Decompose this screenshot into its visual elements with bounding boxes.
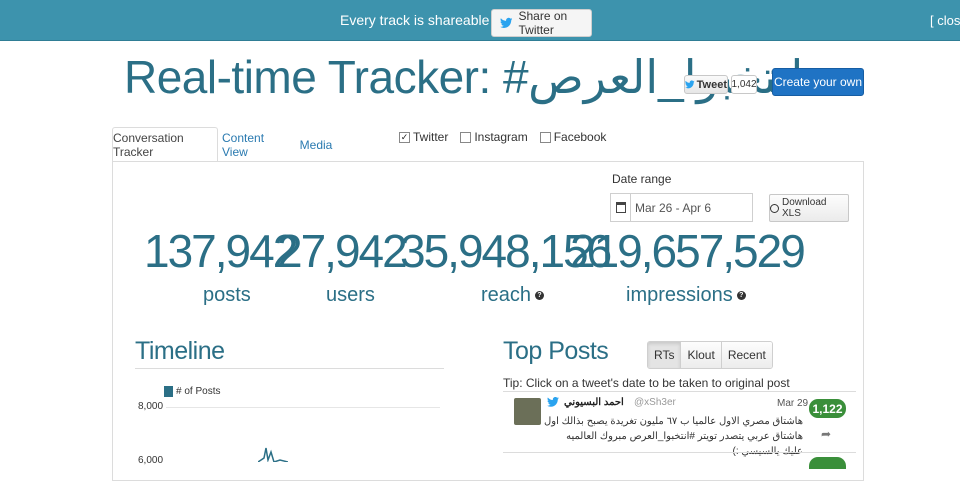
post-handle[interactable]: @xSh3er (634, 397, 676, 408)
info-icon[interactable]: ? (535, 291, 545, 300)
share-banner: Every track is shareable → Share on Twit… (0, 0, 960, 41)
tab-content-view[interactable]: Content View (222, 127, 292, 162)
source-instagram[interactable]: Instagram (460, 130, 528, 144)
stat-users-label: users (326, 284, 375, 307)
timeline-line (258, 447, 288, 462)
source-label: Instagram (474, 130, 528, 144)
twitter-checkbox[interactable]: ✓ (399, 131, 410, 143)
post-author[interactable]: احمد البسيوني (564, 397, 624, 408)
stat-impressions-value: 219,657,529 (570, 225, 806, 277)
instagram-checkbox[interactable] (460, 131, 472, 143)
share-button-label: Share on Twitter (518, 9, 568, 37)
timeline-title: Timeline (135, 337, 225, 365)
clock-icon (770, 203, 779, 213)
share-on-twitter-button[interactable]: Share on Twitter (491, 9, 592, 37)
source-filters: ✓ Twitter Instagram Facebook (399, 130, 606, 144)
top-posts-tip: Tip: Click on a tweet's date to be taken… (503, 376, 790, 390)
stat-label-text: impressions (626, 284, 733, 306)
tab-media[interactable]: Media (296, 127, 336, 162)
date-range-value: Mar 26 - Apr 6 (635, 200, 712, 215)
timeline-legend[interactable]: # of Posts (164, 386, 220, 397)
banner-message: Every track is shareable → (340, 12, 508, 28)
list-item: احمد البسيوني @xSh3er Mar 29 هاشتاق مصري… (503, 394, 856, 457)
post-date-link[interactable]: Mar 29 (777, 398, 808, 409)
y-tick-label: 6,000 (138, 455, 164, 466)
legend-label: # of Posts (176, 386, 221, 397)
download-label: Download XLS (781, 197, 827, 219)
close-banner-link[interactable]: [ close (930, 13, 960, 28)
date-range-label: Date range (612, 172, 672, 186)
top-posts-sort: RTs Klout Recent (647, 341, 773, 369)
tweet-button-label: Tweet (696, 78, 727, 91)
tip-divider (503, 391, 856, 392)
stat-impressions-label: impressions? (626, 284, 746, 307)
stat-label-text: posts (203, 284, 251, 306)
source-label: Twitter (413, 130, 449, 144)
info-icon[interactable]: ? (736, 291, 746, 300)
stat-reach-label: reach? (481, 284, 545, 307)
share-arrow-icon[interactable]: ➦ (821, 427, 831, 441)
gridline (166, 407, 440, 408)
date-range-input[interactable]: Mar 26 - Apr 6 (610, 193, 753, 222)
y-tick-label: 8,000 (138, 401, 164, 412)
twitter-bird-icon (547, 397, 559, 407)
stat-posts-label: posts (203, 284, 251, 307)
twitter-bird-icon (685, 80, 695, 89)
sort-rts-button[interactable]: RTs (648, 342, 682, 368)
facebook-checkbox[interactable] (539, 131, 551, 143)
source-facebook[interactable]: Facebook (539, 130, 607, 144)
timeline-divider (135, 368, 444, 369)
sort-klout-button[interactable]: Klout (681, 342, 722, 368)
avatar[interactable] (514, 398, 541, 425)
stat-posts-value: 137,942 (144, 225, 298, 277)
twitter-bird-icon (500, 17, 513, 28)
tweet-button[interactable]: Tweet (684, 75, 728, 94)
stat-users-value: 27,942 (277, 225, 408, 277)
create-your-own-button[interactable]: Create your own (772, 68, 864, 96)
top-posts-title: Top Posts (503, 337, 609, 365)
stat-label-text: users (326, 284, 375, 306)
retweet-count-badge (809, 457, 846, 469)
retweet-count-badge: 1,122 (809, 399, 846, 418)
source-label: Facebook (553, 130, 607, 144)
tweet-count: 1,042 (731, 75, 757, 94)
calendar-icon (611, 194, 631, 221)
download-xls-button[interactable]: Download XLS (769, 194, 849, 222)
stat-label-text: reach (481, 284, 532, 306)
sort-recent-button[interactable]: Recent (721, 342, 772, 368)
source-twitter[interactable]: ✓ Twitter (399, 130, 448, 144)
legend-swatch (164, 386, 173, 397)
post-divider (503, 452, 856, 453)
tab-conversation-tracker[interactable]: Conversation Tracker (112, 127, 218, 162)
